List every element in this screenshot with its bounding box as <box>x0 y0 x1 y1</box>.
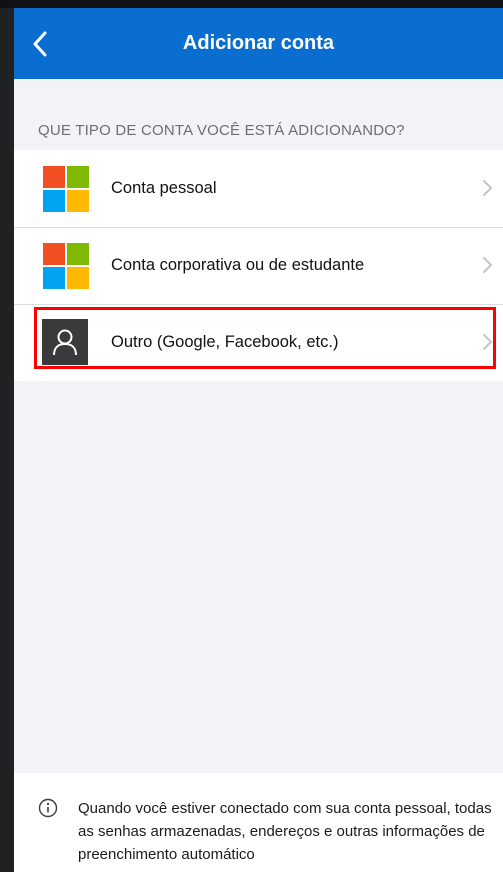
info-text: Quando você estiver conectado com sua co… <box>78 800 492 863</box>
chevron-right-icon <box>483 180 492 196</box>
microsoft-logo-icon <box>43 243 89 289</box>
info-footer: Quando você estiver conectado com sua co… <box>14 773 503 872</box>
account-option-label: Conta corporativa ou de estudante <box>111 256 365 274</box>
account-option-work-school[interactable]: Conta corporativa ou de estudante <box>14 227 503 304</box>
account-option-label: Conta pessoal <box>111 179 217 197</box>
chevron-right-icon <box>483 257 492 273</box>
account-type-list: Conta pessoal Conta corporativa ou de es… <box>14 150 503 381</box>
account-option-personal[interactable]: Conta pessoal <box>14 150 503 227</box>
device-bezel <box>0 0 503 8</box>
navigation-bar: Adicionar conta <box>14 8 503 79</box>
account-option-label: Outro (Google, Facebook, etc.) <box>111 333 339 351</box>
account-option-other[interactable]: Outro (Google, Facebook, etc.) <box>14 304 503 381</box>
person-icon <box>42 319 88 365</box>
page-title: Adicionar conta <box>182 32 335 54</box>
phone-screen: Adicionar conta QUE TIPO DE CONTA VOCÊ E… <box>14 8 503 872</box>
info-icon <box>38 798 58 818</box>
section-header: QUE TIPO DE CONTA VOCÊ ESTÁ ADICIONANDO? <box>38 122 405 139</box>
chevron-right-icon <box>483 334 492 350</box>
microsoft-logo-icon <box>43 166 89 212</box>
